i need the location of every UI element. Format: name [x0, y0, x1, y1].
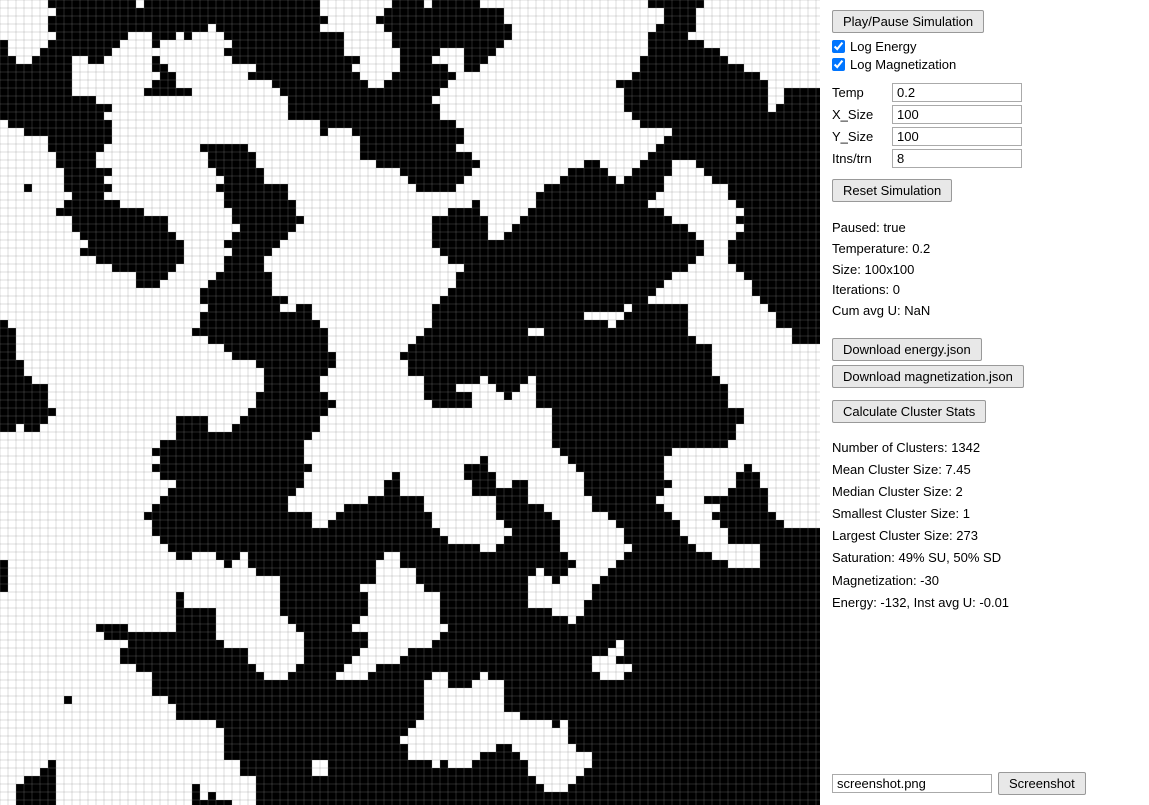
param-table: Temp X_Size Y_Size Itns/trn — [832, 83, 1137, 171]
ysize-input[interactable] — [892, 127, 1022, 146]
log-magnetization-row: Log Magnetization — [832, 57, 1137, 72]
temp-label: Temp — [832, 85, 892, 100]
download-magnetization-wrap: Download magnetization.json — [832, 365, 1137, 388]
itns-label: Itns/trn — [832, 151, 892, 166]
stat-mean-size: Mean Cluster Size: 7.45 — [832, 459, 1137, 481]
download-magnetization-button[interactable]: Download magnetization.json — [832, 365, 1024, 388]
log-energy-label: Log Energy — [850, 39, 917, 54]
download-energy-wrap: Download energy.json — [832, 338, 1137, 361]
xsize-input[interactable] — [892, 105, 1022, 124]
log-magnetization-label: Log Magnetization — [850, 57, 956, 72]
status-paused: Paused: true — [832, 218, 1137, 239]
stat-magnetization: Magnetization: -30 — [832, 570, 1137, 592]
xsize-row: X_Size — [832, 105, 1137, 124]
stat-saturation: Saturation: 49% SU, 50% SD — [832, 547, 1137, 569]
itns-row: Itns/trn — [832, 149, 1137, 168]
temp-input[interactable] — [892, 83, 1022, 102]
status-iterations: Iterations: 0 — [832, 280, 1137, 301]
cluster-stats-block: Number of Clusters: 1342 Mean Cluster Si… — [832, 437, 1137, 614]
stat-num-clusters: Number of Clusters: 1342 — [832, 437, 1137, 459]
status-temperature: Temperature: 0.2 — [832, 239, 1137, 260]
itns-input[interactable] — [892, 149, 1022, 168]
stat-smallest-size: Smallest Cluster Size: 1 — [832, 503, 1137, 525]
download-energy-button[interactable]: Download energy.json — [832, 338, 982, 361]
stat-largest-size: Largest Cluster Size: 273 — [832, 525, 1137, 547]
status-cum-avg-u: Cum avg U: NaN — [832, 301, 1137, 322]
ysize-label: Y_Size — [832, 129, 892, 144]
play-pause-button[interactable]: Play/Pause Simulation — [832, 10, 984, 33]
screenshot-row: Screenshot — [832, 762, 1137, 795]
ysize-row: Y_Size — [832, 127, 1137, 146]
stat-median-size: Median Cluster Size: 2 — [832, 481, 1137, 503]
status-size: Size: 100x100 — [832, 260, 1137, 281]
screenshot-filename-input[interactable] — [832, 774, 992, 793]
stat-energy: Energy: -132, Inst avg U: -0.01 — [832, 592, 1137, 614]
screenshot-button[interactable]: Screenshot — [998, 772, 1086, 795]
ising-canvas — [0, 0, 820, 805]
calculate-cluster-button[interactable]: Calculate Cluster Stats — [832, 400, 986, 423]
controls-panel: Play/Pause Simulation Log Energy Log Mag… — [820, 0, 1149, 805]
xsize-label: X_Size — [832, 107, 892, 122]
reset-button[interactable]: Reset Simulation — [832, 179, 952, 202]
log-energy-row: Log Energy — [832, 39, 1137, 54]
log-energy-checkbox[interactable] — [832, 40, 845, 53]
status-block: Paused: true Temperature: 0.2 Size: 100x… — [832, 218, 1137, 322]
log-magnetization-checkbox[interactable] — [832, 58, 845, 71]
temp-row: Temp — [832, 83, 1137, 102]
simulation-canvas-area — [0, 0, 820, 805]
